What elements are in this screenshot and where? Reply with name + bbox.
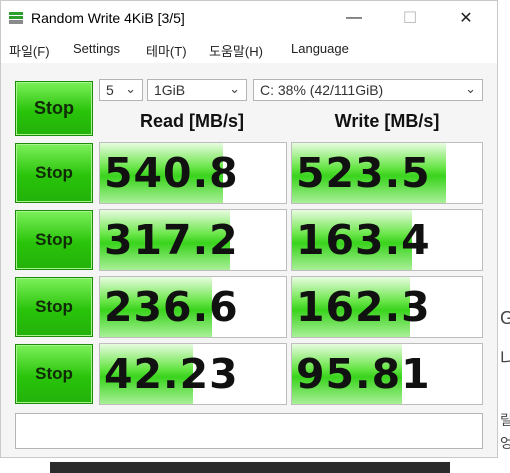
stop-button-row2[interactable]: Stop [15, 210, 93, 270]
benchmark-panel: Stop 5 ⌄ 1GiB ⌄ C: 38% (42/111GiB) ⌄ Rea… [1, 63, 497, 457]
app-window: Random Write 4KiB [3/5] — ☐ ✕ 파일(F) Sett… [0, 0, 498, 458]
background-text: 냐 [500, 349, 510, 369]
write-value: 162.3 [296, 283, 431, 331]
background-text: 엉 [500, 435, 510, 451]
write-result-cell: 163.4 [291, 209, 483, 271]
menu-bar: 파일(F) Settings 테마(T) 도움말(H) Language [1, 36, 497, 62]
disk-icon [9, 12, 23, 24]
read-result-cell: 317.2 [99, 209, 287, 271]
background-window [498, 0, 510, 473]
test-count-select[interactable]: 5 ⌄ [99, 79, 143, 101]
chevron-down-icon: ⌄ [465, 81, 476, 96]
drive-select[interactable]: C: 38% (42/111GiB) ⌄ [253, 79, 483, 101]
write-result-cell: 162.3 [291, 276, 483, 338]
write-value: 163.4 [296, 216, 431, 264]
background-text: 릴 [500, 412, 510, 428]
stop-button-row4[interactable]: Stop [15, 344, 93, 404]
write-result-cell: 523.5 [291, 142, 483, 204]
menu-language[interactable]: Language [291, 41, 349, 56]
test-size-select[interactable]: 1GiB ⌄ [147, 79, 247, 101]
read-value: 236.6 [104, 283, 239, 331]
menu-file[interactable]: 파일(F) [9, 41, 50, 60]
chevron-down-icon: ⌄ [229, 81, 240, 96]
comment-field[interactable] [15, 413, 483, 449]
read-value: 42.23 [104, 350, 239, 398]
menu-theme[interactable]: 테마(T) [146, 41, 187, 60]
title-bar: Random Write 4KiB [3/5] — ☐ ✕ [1, 1, 497, 35]
background-text: G [500, 308, 510, 328]
maximize-button[interactable]: ☐ [387, 1, 433, 35]
read-result-cell: 236.6 [99, 276, 287, 338]
maximize-icon: ☐ [402, 10, 418, 27]
write-result-cell: 95.81 [291, 343, 483, 405]
read-result-cell: 42.23 [99, 343, 287, 405]
close-icon: ✕ [459, 10, 473, 27]
stop-all-button[interactable]: Stop [15, 81, 93, 136]
read-value: 540.8 [104, 149, 239, 197]
drive-value: C: 38% (42/111GiB) [260, 82, 384, 98]
minimize-button[interactable]: — [331, 1, 377, 35]
write-value: 95.81 [296, 350, 431, 398]
taskbar-fragment [50, 462, 450, 473]
test-count-value: 5 [106, 82, 114, 98]
read-result-cell: 540.8 [99, 142, 287, 204]
read-header: Read [MB/s] [139, 111, 244, 131]
window-title: Random Write 4KiB [3/5] [31, 10, 185, 26]
write-header: Write [MB/s] [334, 111, 440, 131]
read-value: 317.2 [104, 216, 239, 264]
stop-button-seq1m[interactable]: Stop [15, 143, 93, 203]
test-size-value: 1GiB [154, 82, 186, 98]
chevron-down-icon: ⌄ [125, 81, 136, 96]
menu-settings[interactable]: Settings [73, 41, 120, 56]
menu-help[interactable]: 도움말(H) [209, 41, 263, 60]
stop-button-row3[interactable]: Stop [15, 277, 93, 337]
close-button[interactable]: ✕ [443, 1, 489, 35]
minimize-icon: — [346, 9, 362, 26]
write-value: 523.5 [296, 149, 431, 197]
